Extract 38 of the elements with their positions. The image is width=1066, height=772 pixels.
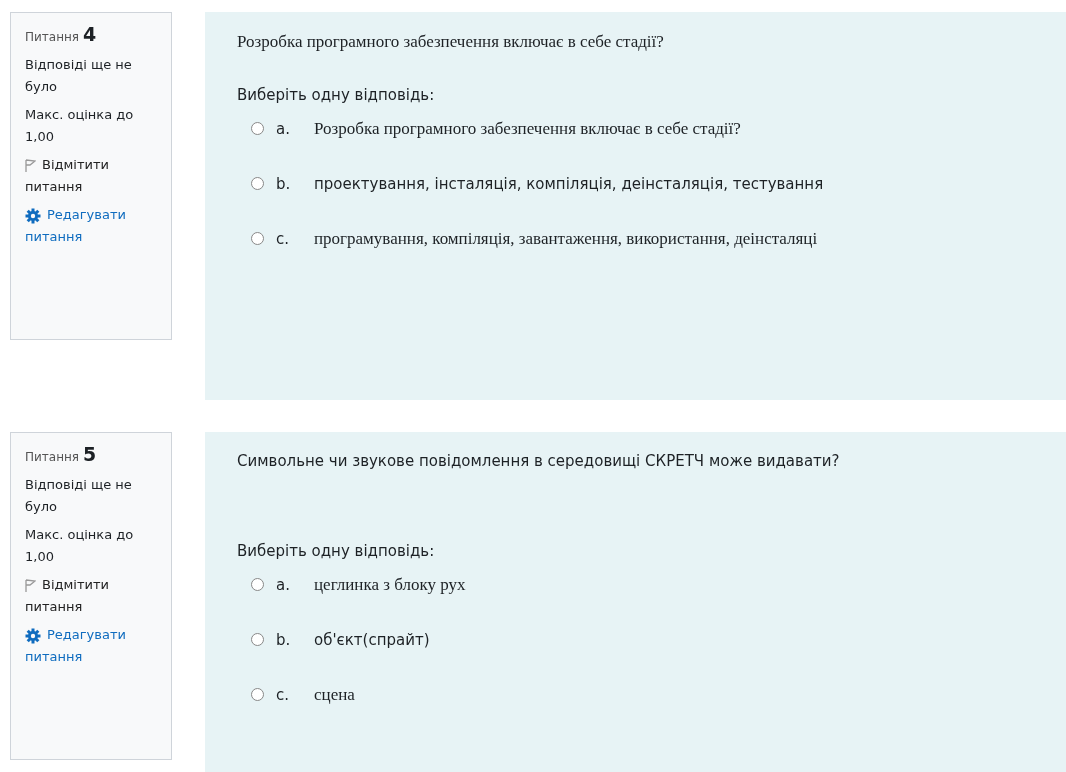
question-label: Питання [25, 449, 80, 466]
answer-prompt: Виберіть одну відповідь: [237, 86, 436, 104]
radio-button[interactable] [251, 232, 264, 245]
answer-letter: a. [276, 119, 291, 138]
edit-question-link[interactable]: Редагувати питання [25, 204, 165, 248]
answer-text: об'єкт(спрайт) [314, 630, 430, 649]
gear-icon [25, 627, 41, 644]
answer-text: цеглинка з блоку рух [314, 574, 466, 595]
radio-button[interactable] [251, 122, 264, 135]
answer-letter: b. [276, 630, 292, 649]
flag-icon [25, 159, 36, 172]
answer-text: проектування, інсталяція, компіляція, деінсталяція, тестування [314, 174, 824, 193]
flag-icon [25, 579, 36, 592]
question-number: 4 [83, 23, 97, 45]
question-text: Символьне чи звукове повідомлення в середовищі СКРЕТЧ може видавати? [237, 452, 841, 470]
max-grade: Макс. оцінка до 1,00 [25, 106, 135, 146]
answer-letter: b. [276, 174, 292, 193]
answer-status: Відповіді ще не було [25, 476, 133, 516]
question-label: Питання [25, 29, 80, 46]
answer-letter: a. [276, 575, 291, 594]
answer-status: Відповіді ще не було [25, 56, 133, 96]
question-text: Розробка програмного забезпечення включає в себе стадії? [237, 32, 665, 52]
radio-button[interactable] [251, 177, 264, 190]
flag-question-link[interactable]: Відмітити питання [25, 154, 165, 198]
max-grade: Макс. оцінка до 1,00 [25, 526, 135, 566]
flag-question-link[interactable]: Відмітити питання [25, 574, 165, 618]
radio-button[interactable] [251, 633, 264, 646]
answer-letter: c. [276, 685, 290, 704]
answer-text: програмування, компіляція, завантаження, використання, деінсталяці [314, 228, 818, 249]
answer-text: Розробка програмного забезпечення включає в себе стадії? [314, 118, 741, 139]
radio-button[interactable] [251, 578, 264, 591]
question-number: 5 [83, 443, 97, 465]
answer-prompt: Виберіть одну відповідь: [237, 542, 436, 560]
gear-icon [25, 207, 41, 224]
radio-button[interactable] [251, 688, 264, 701]
answer-text: сцена [314, 684, 355, 705]
answer-letter: c. [276, 229, 290, 248]
edit-question-link[interactable]: Редагувати питання [25, 624, 165, 668]
